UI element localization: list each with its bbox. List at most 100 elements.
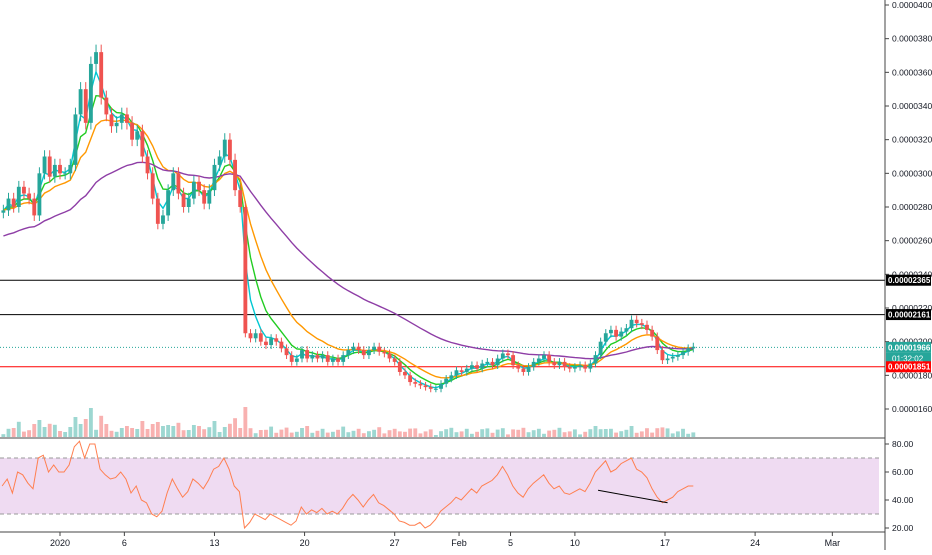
candle	[423, 381, 428, 391]
candle-body	[536, 358, 541, 362]
candle-body	[403, 371, 407, 376]
volume-bar	[83, 419, 88, 437]
volume-bar	[47, 423, 52, 437]
candle	[670, 352, 675, 363]
volume-bar	[176, 422, 181, 437]
candle	[681, 347, 685, 360]
volume-bar	[145, 429, 150, 437]
candle-body	[681, 351, 685, 356]
candle-body	[439, 383, 443, 389]
volume-bar	[130, 428, 135, 437]
candle-body	[73, 114, 78, 165]
volume-bar	[583, 431, 588, 437]
volume-bar	[413, 428, 418, 437]
candle-body	[341, 355, 346, 362]
volume-bar	[264, 429, 268, 437]
rsi-tick-label: 60.00	[892, 467, 914, 477]
candle-body	[114, 122, 119, 127]
candle-body	[32, 198, 37, 216]
candle-body	[135, 131, 140, 140]
volume-bar	[166, 425, 171, 437]
candle	[341, 351, 346, 366]
rsi-band	[0, 458, 879, 514]
candle-body	[377, 346, 382, 352]
candle-body	[125, 114, 129, 123]
candle-body	[145, 156, 150, 174]
rsi-tick-label: 20.00	[892, 523, 914, 533]
volume-bar	[315, 430, 320, 437]
volume-bar	[73, 417, 78, 437]
candle-body	[16, 186, 21, 207]
candle	[161, 209, 165, 230]
volume-bar	[588, 429, 593, 437]
candle-body	[310, 355, 315, 359]
candle-body	[469, 365, 474, 369]
candle	[588, 359, 593, 373]
candle-body	[253, 333, 258, 339]
x-tick-label: 5	[508, 538, 513, 548]
volume-bar	[444, 429, 449, 437]
volume-bar	[624, 429, 629, 437]
candle	[269, 334, 274, 350]
candle-body	[155, 198, 160, 224]
candle	[253, 329, 258, 343]
candle-body	[104, 97, 109, 115]
candle	[37, 167, 42, 221]
y-tick-label: 0.00003000	[892, 168, 932, 178]
volume-bar	[567, 431, 572, 437]
candle-body	[315, 355, 320, 359]
volume-bar	[207, 427, 212, 437]
volume-bar	[125, 426, 129, 437]
candle-body	[191, 181, 196, 199]
candle-body	[655, 336, 660, 351]
volume-bar	[42, 427, 47, 437]
volume-bar	[181, 430, 186, 437]
volume-bar	[191, 425, 196, 437]
candle	[557, 358, 562, 369]
candle-body	[480, 363, 485, 369]
volume-bar	[58, 431, 62, 437]
candle-body	[557, 361, 562, 366]
x-tick-label: 20	[300, 538, 310, 548]
volume-bar	[88, 408, 93, 437]
volume-bar	[408, 428, 413, 437]
volume-bar	[284, 427, 289, 437]
ema-slow-line	[3, 119, 694, 379]
rsi-tick-label: 80.00	[892, 439, 914, 449]
volume-bar	[202, 429, 207, 437]
candle	[444, 375, 449, 388]
horizontal-lines[interactable]	[0, 279, 885, 368]
volume-bar	[578, 434, 582, 437]
volume-bar	[367, 431, 371, 437]
candle-body	[68, 164, 73, 174]
candle-body	[351, 346, 356, 351]
candle-body	[109, 114, 114, 127]
volume-bar	[320, 428, 325, 437]
candle-body	[562, 361, 567, 367]
x-tick-label: Feb	[451, 538, 467, 548]
candle	[243, 201, 248, 338]
chart-svg[interactable]: 0.000016000.000018000.000020000.00002200…	[0, 0, 932, 550]
candle	[217, 150, 222, 172]
candle	[583, 361, 588, 373]
volume-bar	[243, 407, 248, 437]
candle-body	[6, 198, 11, 211]
volume-bar	[454, 432, 459, 437]
volume-bar	[372, 429, 377, 437]
candle-body	[37, 173, 42, 216]
volume-bar	[222, 427, 227, 437]
volume-bar	[495, 429, 500, 437]
candle-body	[119, 114, 124, 123]
chart-container[interactable]: 0.000016000.000018000.000020000.00002200…	[0, 0, 932, 550]
candle-body	[686, 348, 691, 352]
volume-bar	[109, 430, 114, 437]
candle-body	[269, 338, 274, 346]
candle	[202, 184, 207, 210]
candle-body	[372, 346, 377, 351]
volume-bar	[310, 432, 315, 437]
candle-body	[387, 353, 392, 359]
candle	[78, 82, 83, 122]
candle-body	[22, 186, 26, 194]
candle	[1, 204, 6, 219]
x-tick-label: 2020	[50, 538, 70, 548]
